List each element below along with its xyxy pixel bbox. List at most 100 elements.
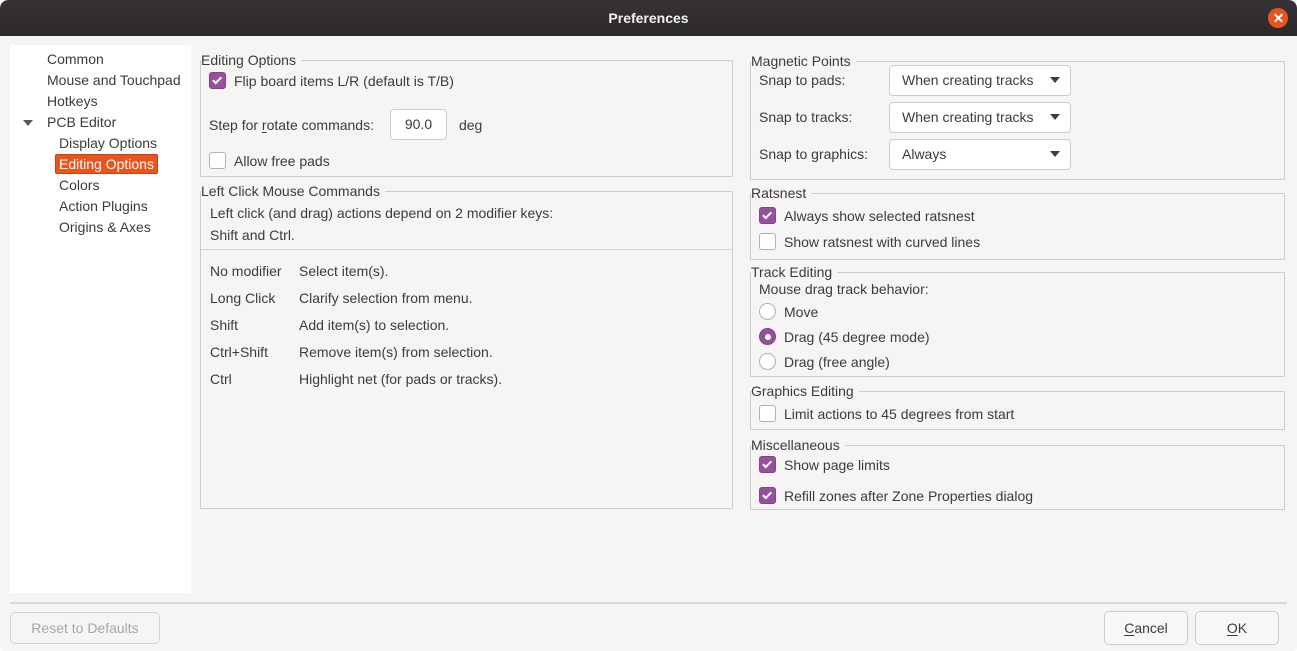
left-click-intro: Left click (and drag) actions depend on … [210,202,553,246]
modifier-cell: No modifier [210,261,299,281]
dropdown-arrow-icon [1050,114,1060,120]
sidebar-item-common[interactable]: Common [10,49,191,70]
sidebar-item-pcb-editor[interactable]: PCB Editor [10,112,191,133]
move-radio[interactable] [759,303,776,320]
drag-behavior-label: Mouse drag track behavior: [759,281,929,297]
close-button[interactable] [1268,8,1288,28]
always-show-ratsnest-label: Always show selected ratsnest [784,208,975,224]
refill-zones-row: Refill zones after Zone Properties dialo… [759,487,1033,504]
page-limits-checkbox[interactable] [759,456,776,473]
allow-free-pads-row: Allow free pads [209,152,330,169]
group-title: Track Editing [751,264,837,281]
flip-board-label: Flip board items L/R (default is T/B) [234,73,454,89]
action-cell: Clarify selection from menu. [299,288,473,308]
check-icon [762,209,772,219]
check-icon [212,74,222,84]
snap-to-tracks-label: Snap to tracks: [759,109,852,125]
drag-45-radio-row: Drag (45 degree mode) [759,328,930,345]
snap-to-graphics-select[interactable]: Always [889,139,1071,170]
sidebar-item-action-plugins[interactable]: Action Plugins [10,196,191,217]
snap-to-pads-label: Snap to pads: [759,72,845,88]
ok-button[interactable]: OK [1195,611,1279,645]
sidebar-item-colors[interactable]: Colors [10,175,191,196]
table-row: No modifier Select item(s). [210,261,502,281]
radio-dot-icon [765,334,771,340]
sidebar-item-origins-axes[interactable]: Origins & Axes [10,217,191,238]
rotate-step-label: Step for rotate commands: [209,117,374,133]
sidebar-item-hotkeys[interactable]: Hotkeys [10,91,191,112]
dropdown-value: When creating tracks [902,72,1042,88]
preferences-dialog: Preferences Common Mouse and Touchpad Ho… [0,0,1297,651]
curved-ratsnest-checkbox[interactable] [759,233,776,250]
window-title: Preferences [608,10,688,26]
dropdown-value: Always [902,146,1042,162]
snap-to-pads-select[interactable]: When creating tracks [889,65,1071,96]
snap-to-tracks-select[interactable]: When creating tracks [889,102,1071,133]
snap-to-tracks-row: Snap to tracks: When creating tracks [759,109,1276,125]
always-show-ratsnest-checkbox[interactable] [759,207,776,224]
modifier-cell: Ctrl [210,369,299,389]
flip-board-row: Flip board items L/R (default is T/B) [209,72,454,89]
left-click-table: No modifier Select item(s). Long Click C… [210,261,502,396]
footer-divider [10,602,1287,604]
move-radio-row: Move [759,303,818,320]
curved-ratsnest-label: Show ratsnest with curved lines [784,234,980,250]
move-radio-label: Move [784,304,818,320]
action-cell: Select item(s). [299,261,388,281]
table-row: Long Click Clarify selection from menu. [210,288,502,308]
table-row: Shift Add item(s) to selection. [210,315,502,335]
drag-45-radio-label: Drag (45 degree mode) [784,329,930,345]
sidebar-item-mouse-and-touchpad[interactable]: Mouse and Touchpad [10,70,191,91]
modifier-cell: Shift [210,315,299,335]
rotate-step-unit: deg [459,117,482,133]
snap-to-graphics-label: Snap to graphics: [759,146,868,162]
intro-line-1: Left click (and drag) actions depend on … [210,202,553,224]
titlebar[interactable]: Preferences [0,0,1297,36]
cancel-button[interactable]: Cancel [1104,611,1188,645]
graphics-editing-group: Graphics Editing Limit actions to 45 deg… [750,391,1285,430]
flip-board-checkbox[interactable] [209,72,226,89]
sidebar-item-label: Display Options [55,133,161,153]
drag-behavior-label-row: Mouse drag track behavior: [759,281,929,297]
tree-expander-icon[interactable] [23,120,33,126]
sidebar-item-label: Origins & Axes [55,217,155,237]
left-click-commands-group: Left Click Mouse Commands Left click (an… [200,191,733,509]
allow-free-pads-label: Allow free pads [234,153,330,169]
modifier-cell: Ctrl+Shift [210,342,299,362]
group-title: Magnetic Points [751,53,856,70]
refill-zones-checkbox[interactable] [759,487,776,504]
miscellaneous-group: Miscellaneous Show page limits Refill zo… [750,445,1285,510]
sidebar-item-label: Common [43,49,108,69]
sidebar-item-editing-options[interactable]: Editing Options [10,154,191,175]
sidebar-item-label: PCB Editor [43,112,120,132]
allow-free-pads-checkbox[interactable] [209,152,226,169]
group-title: Editing Options [201,52,301,69]
ratsnest-group: Ratsnest Always show selected ratsnest S… [750,193,1285,260]
intro-divider [201,249,732,250]
dropdown-arrow-icon [1050,77,1060,83]
action-cell: Remove item(s) from selection. [299,342,493,362]
refill-zones-label: Refill zones after Zone Properties dialo… [784,488,1033,504]
drag-45-radio[interactable] [759,328,776,345]
reset-to-defaults-button[interactable]: Reset to Defaults [10,612,160,644]
group-title: Left Click Mouse Commands [201,183,385,200]
drag-free-radio-row: Drag (free angle) [759,353,890,370]
group-title: Miscellaneous [751,437,845,454]
action-cell: Highlight net (for pads or tracks). [299,369,502,389]
rotate-step-row: Step for rotate commands: 90.0 deg [209,109,482,140]
dropdown-arrow-icon [1050,151,1060,157]
limit-45-label: Limit actions to 45 degrees from start [784,406,1014,422]
sidebar-item-display-options[interactable]: Display Options [10,133,191,154]
table-row: Ctrl+Shift Remove item(s) from selection… [210,342,502,362]
drag-free-radio-label: Drag (free angle) [784,354,890,370]
drag-free-radio[interactable] [759,353,776,370]
reset-to-defaults-label: Reset to Defaults [31,620,138,636]
ok-label: OK [1227,620,1247,636]
sidebar-item-label: Hotkeys [43,91,102,111]
group-title: Ratsnest [751,185,811,202]
rotate-step-input[interactable]: 90.0 [390,109,447,140]
check-icon [762,458,772,468]
page-limits-row: Show page limits [759,456,890,473]
limit-45-checkbox[interactable] [759,405,776,422]
editing-options-group: Editing Options Flip board items L/R (de… [200,60,733,177]
